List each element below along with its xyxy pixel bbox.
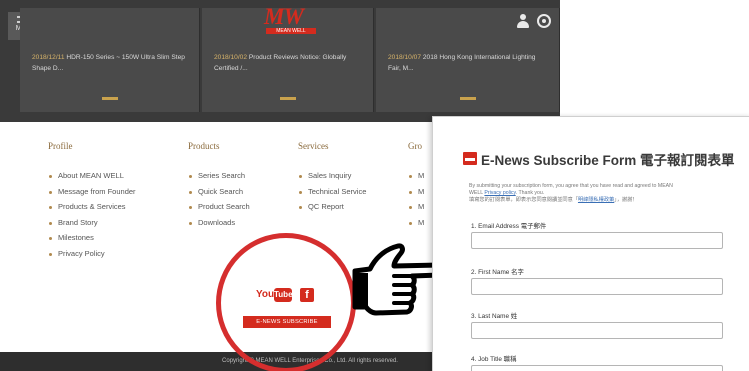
newsletter-icon xyxy=(463,152,477,165)
news-card[interactable]: 2018/12/11 HDR-150 Series ~ 150W Ultra S… xyxy=(20,8,200,112)
subscribe-form-panel: E-News Subscribe Form 電子報訂閱表單 By submitt… xyxy=(432,116,749,371)
footer-column-title: Profile xyxy=(48,141,73,151)
footer-link-list: About MEAN WELL Message from Founder Pro… xyxy=(48,168,136,262)
footer-link[interactable]: Privacy Policy xyxy=(48,246,136,262)
footer-link[interactable]: Brand Story xyxy=(48,215,136,231)
footer-link[interactable]: Milestones xyxy=(48,230,136,246)
intro-text: By submitting your subscription form, yo… xyxy=(469,183,673,189)
form-title: E-News Subscribe Form 電子報訂閱表單 xyxy=(481,153,735,168)
first-name-field[interactable] xyxy=(471,278,723,295)
news-more-indicator xyxy=(459,97,476,100)
footer-link[interactable]: Products & Services xyxy=(48,199,136,215)
footer-link[interactable]: M xyxy=(408,215,424,231)
last-name-label: 3. Last Name 姓 xyxy=(471,313,518,320)
last-name-field[interactable] xyxy=(471,322,723,339)
privacy-policy-link-zh[interactable]: 明緯隱私權政策 xyxy=(578,197,614,203)
footer-link-list: Sales Inquiry Technical Service QC Repor… xyxy=(298,168,366,215)
intro-text: WELL xyxy=(469,190,483,196)
meanwell-logo[interactable]: MW MEAN WELL xyxy=(262,4,318,34)
logo-mark: MW xyxy=(264,4,304,29)
news-date: 2018/10/07 xyxy=(388,54,422,61)
footer-link[interactable]: Quick Search xyxy=(188,184,250,200)
footer-link-list: Series Search Quick Search Product Searc… xyxy=(188,168,250,230)
footer-link-list: M M M M xyxy=(408,168,424,230)
news-card[interactable]: 2018/10/07 2018 Hong Kong International … xyxy=(376,8,560,112)
footer-link[interactable]: About MEAN WELL xyxy=(48,168,136,184)
intro-text: . Thank you. xyxy=(515,190,545,196)
footer-column-title: Gro xyxy=(408,141,422,151)
form-intro: By submitting your subscription form, yo… xyxy=(469,183,739,204)
footer-column-title: Products xyxy=(188,141,220,151)
intro-text: 」，謝謝！ xyxy=(614,197,638,203)
footer-link[interactable]: Message from Founder xyxy=(48,184,136,200)
news-date: 2018/10/02 xyxy=(214,54,248,61)
news-more-indicator xyxy=(101,97,118,100)
user-icon[interactable] xyxy=(517,14,529,28)
footer-link[interactable]: M xyxy=(408,184,424,200)
highlight-circle xyxy=(216,233,356,371)
footer-link[interactable]: M xyxy=(408,168,424,184)
logo-subtext: MEAN WELL xyxy=(266,28,316,34)
globe-icon[interactable] xyxy=(537,14,551,28)
footer-link[interactable]: Series Search xyxy=(188,168,250,184)
footer-link[interactable]: QC Report xyxy=(298,199,366,215)
news-date: 2018/12/11 xyxy=(32,54,65,61)
intro-text: 填寫您的訂閱表單，即表示您同意閱讀並同意「 xyxy=(469,197,578,203)
footer-link[interactable]: Downloads xyxy=(188,215,250,231)
email-label: 1. Email Address 電子郵件 xyxy=(471,223,547,230)
news-more-indicator xyxy=(279,97,296,100)
footer-link[interactable]: Sales Inquiry xyxy=(298,168,366,184)
job-title-field[interactable] xyxy=(471,365,723,371)
footer-link[interactable]: Technical Service xyxy=(298,184,366,200)
privacy-policy-link[interactable]: Privacy policy xyxy=(484,190,515,196)
job-title-label: 4. Job Title 職稱 xyxy=(471,356,517,363)
email-field[interactable] xyxy=(471,232,723,249)
first-name-label: 2. First Name 名字 xyxy=(471,269,524,276)
footer-link[interactable]: Product Search xyxy=(188,199,250,215)
footer-link[interactable]: M xyxy=(408,199,424,215)
footer-column-title: Services xyxy=(298,141,329,151)
